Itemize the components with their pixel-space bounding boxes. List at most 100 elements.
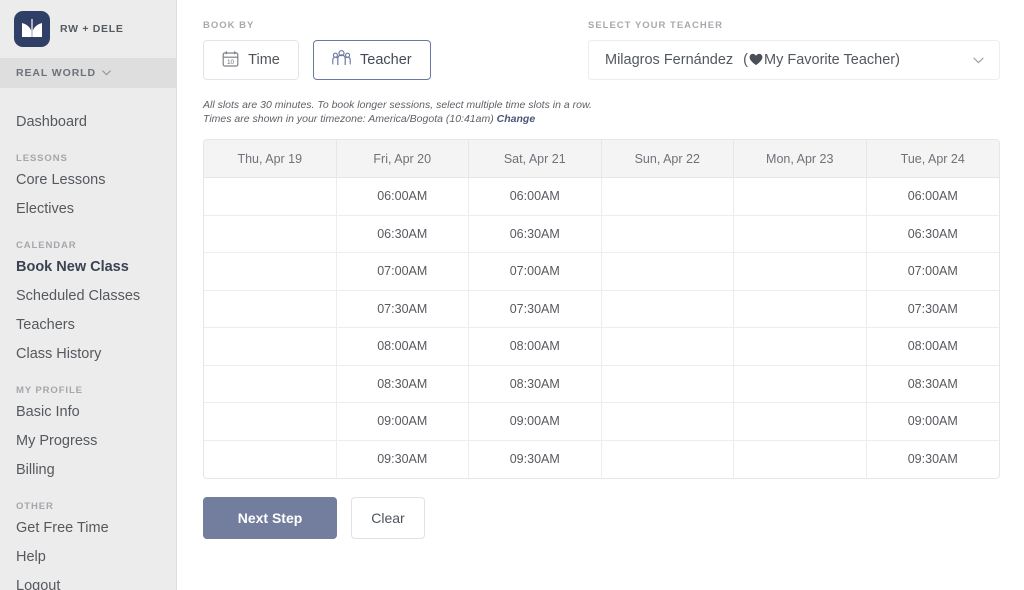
teacher-select-label: SELECT YOUR TEACHER [588, 20, 723, 31]
day-column-header: Sun, Apr 22 [601, 140, 734, 178]
book-by-time-button[interactable]: 10 Time [203, 40, 299, 80]
time-slot-cell[interactable]: 07:00AM [336, 253, 469, 291]
empty-slot-cell [734, 328, 867, 366]
sidebar-item-my-progress[interactable]: My Progress [0, 427, 176, 456]
time-slot-cell[interactable]: 06:30AM [336, 215, 469, 253]
day-column-header: Sat, Apr 21 [469, 140, 602, 178]
time-slot-cell[interactable]: 06:30AM [469, 215, 602, 253]
sidebar-item-basic-info[interactable]: Basic Info [0, 398, 176, 427]
time-slot-cell[interactable]: 09:30AM [469, 440, 602, 478]
paren-open: ( [743, 52, 748, 68]
sidebar: RW + DELE REAL WORLD Dashboard LESSONS Co… [0, 0, 177, 590]
top-controls-row: BOOK BY 10 Time Teacher SELECT YOUR TEAC… [203, 20, 1000, 80]
empty-slot-cell [734, 403, 867, 441]
people-group-icon [332, 49, 351, 71]
time-slot-cell[interactable]: 07:30AM [866, 291, 999, 328]
time-slot-cell[interactable]: 07:00AM [469, 253, 602, 291]
time-slot-cell[interactable]: 09:00AM [336, 403, 469, 441]
sidebar-item-scheduled-classes[interactable]: Scheduled Classes [0, 282, 176, 311]
time-slot-cell[interactable]: 09:30AM [867, 441, 1000, 479]
time-slot-cell[interactable]: 09:00AM [866, 403, 999, 441]
empty-slot-cell [601, 365, 734, 403]
time-slot-cell[interactable]: 09:00AM [469, 403, 602, 441]
table-row: 07:30AM 07:30AM 07:30AM [204, 290, 999, 328]
time-slot-table: Thu, Apr 19 Fri, Apr 20 Sat, Apr 21 Sun, Ap… [203, 139, 1000, 479]
empty-slot-cell [204, 365, 337, 403]
main-content: BOOK BY 10 Time Teacher SELECT YOUR TEAC… [177, 0, 1024, 590]
next-step-button[interactable]: Next Step [203, 497, 337, 539]
time-slot-cell[interactable]: 06:00AM [866, 178, 999, 216]
time-slot-cell[interactable]: 06:30AM [866, 216, 999, 253]
sidebar-group-title-other: OTHER [16, 501, 54, 512]
sidebar-item-electives[interactable]: Electives [0, 195, 176, 224]
booking-notes: All slots are 30 minutes. To book longer… [203, 98, 1000, 126]
sidebar-group-title-lessons: LESSONS [16, 153, 68, 164]
time-slot-cell[interactable]: 08:30AM [336, 365, 469, 403]
sidebar-item-dashboard[interactable]: Dashboard [0, 108, 176, 137]
time-slot-cell[interactable]: 07:30AM [469, 290, 602, 328]
book-by-options: 10 Time Teacher [203, 40, 588, 80]
empty-slot-cell [204, 290, 337, 328]
clear-button[interactable]: Clear [351, 497, 425, 539]
book-by-label: BOOK BY [203, 20, 255, 31]
empty-slot-cell [204, 440, 337, 478]
time-slot-cell[interactable]: 06:00AM [336, 178, 469, 216]
time-slot-cell[interactable]: 07:30AM [336, 290, 469, 328]
table-row: 08:00AM 08:00AM 08:00AM [204, 328, 999, 366]
table-row: 07:00AM 07:00AM 07:00AM [204, 253, 999, 291]
book-by-time-label: Time [248, 52, 280, 68]
empty-slot-cell [734, 178, 867, 216]
sidebar-item-book-new-class[interactable]: Book New Class [0, 253, 176, 282]
sidebar-group-title-calendar: CALENDAR [16, 240, 77, 251]
sidebar-groups: LESSONS Core Lessons Electives CALENDAR Book… [0, 137, 176, 590]
workspace-label: REAL WORLD [16, 67, 96, 79]
table-row: 09:30AM 09:30AM 09:30AM [204, 440, 1000, 479]
change-timezone-link[interactable]: Change [497, 113, 536, 125]
time-slot-cell[interactable]: 07:00AM [866, 253, 999, 291]
empty-slot-cell [734, 440, 867, 478]
book-logo-icon [14, 11, 50, 47]
empty-slot-cell [601, 328, 734, 366]
table-row: 06:00AM 06:00AM 06:00AM [204, 178, 999, 216]
notes-timezone: Times are shown in your timezone: Americ… [203, 113, 494, 125]
chevron-down-icon [102, 67, 111, 79]
sidebar-item-logout[interactable]: Logout [0, 572, 176, 590]
workspace-switcher[interactable]: REAL WORLD [0, 58, 176, 88]
brand-text: RW + DELE [60, 23, 124, 35]
empty-slot-cell [204, 215, 337, 253]
sidebar-item-teachers[interactable]: Teachers [0, 311, 176, 340]
table-row: 09:00AM 09:00AM 09:00AM [204, 403, 999, 441]
chevron-down-icon [973, 52, 984, 68]
empty-slot-cell [601, 215, 734, 253]
empty-slot-cell [204, 403, 337, 441]
teacher-select-section: SELECT YOUR TEACHER Milagros Fernández (… [588, 20, 1000, 80]
time-slot-cell[interactable]: 09:30AM [337, 440, 469, 478]
empty-slot-cell [734, 365, 867, 403]
time-slot-cell[interactable]: 08:00AM [336, 328, 469, 366]
sidebar-item-help[interactable]: Help [0, 543, 176, 572]
day-column-header: Thu, Apr 19 [204, 140, 337, 178]
time-slot-cell[interactable]: 08:30AM [866, 366, 999, 403]
sidebar-item-core-lessons[interactable]: Core Lessons [0, 166, 176, 195]
time-slot-cell[interactable]: 08:30AM [469, 365, 602, 403]
book-by-teacher-button[interactable]: Teacher [313, 40, 431, 80]
sidebar-item-billing[interactable]: Billing [0, 456, 176, 485]
teacher-select[interactable]: Milagros Fernández ( My Favorite Teacher… [588, 40, 1000, 80]
time-slot-table-head: Thu, Apr 19 Fri, Apr 20 Sat, Apr 21 Sun, Ap… [204, 140, 999, 178]
brand[interactable]: RW + DELE [0, 0, 176, 58]
empty-slot-cell [734, 215, 867, 253]
time-slot-cell[interactable]: 08:00AM [866, 328, 999, 366]
empty-slot-cell [204, 178, 337, 216]
day-column-header: Mon, Apr 23 [734, 140, 867, 178]
empty-slot-cell [601, 403, 734, 441]
sidebar-item-get-free-time[interactable]: Get Free Time [0, 514, 176, 543]
teacher-name: Milagros Fernández [605, 52, 734, 68]
favorite-teacher-text: My Favorite Teacher) [764, 52, 900, 68]
book-by-section: BOOK BY 10 Time Teacher [203, 20, 588, 80]
empty-slot-cell [204, 328, 337, 366]
time-slot-table-body: 06:00AM 06:00AM 06:00AM 06:30AM 06:30AM 06:30… [204, 178, 999, 478]
time-slot-cell[interactable]: 08:00AM [469, 328, 602, 366]
empty-slot-cell [734, 253, 867, 291]
time-slot-cell[interactable]: 06:00AM [469, 178, 602, 216]
sidebar-item-class-history[interactable]: Class History [0, 340, 176, 369]
